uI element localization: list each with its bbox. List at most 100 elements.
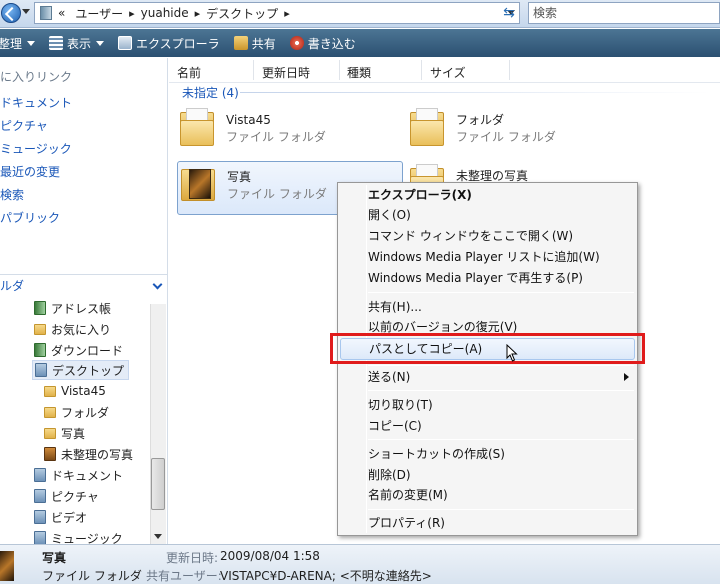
download-folder-icon <box>34 343 46 357</box>
fav-link-recent[interactable]: 最近の変更 <box>0 163 60 180</box>
explorer-button[interactable]: エクスプローラ <box>118 35 220 52</box>
documents-folder-icon <box>34 468 46 482</box>
tree-item-documents[interactable]: ドキュメント <box>34 465 123 485</box>
favorites-icon <box>34 323 46 335</box>
menu-item-rename[interactable]: 名前の変更(M) <box>368 485 448 505</box>
tree-scrollbar-thumb[interactable] <box>151 458 165 510</box>
photo-folder-icon <box>181 165 215 203</box>
folders-header[interactable]: ルダ <box>0 274 167 296</box>
file-name: Vista45 <box>226 113 271 127</box>
menu-item-delete[interactable]: 削除(D) <box>368 465 411 485</box>
tree-item-videos[interactable]: ビデオ <box>34 507 87 527</box>
tree-item-photos[interactable]: 写真 <box>44 423 85 443</box>
views-icon <box>49 36 64 50</box>
organize-button[interactable]: 整理 <box>0 35 36 52</box>
file-item-folder[interactable]: フォルダ ファイル フォルダ <box>410 108 630 158</box>
folders-title: ルダ <box>0 279 25 293</box>
fav-link-documents[interactable]: ドキュメント <box>0 94 72 111</box>
menu-separator <box>368 509 634 510</box>
fav-link-public[interactable]: パブリック <box>0 209 60 226</box>
breadcrumb-separator-icon[interactable]: ▸ <box>284 7 290 20</box>
tree-item-label: デスクトップ <box>52 363 125 378</box>
views-label: 表示 <box>67 36 92 51</box>
menu-item-properties[interactable]: プロパティ(R) <box>368 513 445 533</box>
menu-item-share[interactable]: 共有(H)... <box>368 297 422 317</box>
status-modified-value: 2009/08/04 1:58 <box>220 549 320 563</box>
tree-item-label: ダウンロード <box>51 343 124 358</box>
breadcrumb-separator-icon[interactable]: ▸ <box>129 7 135 20</box>
back-icon[interactable] <box>1 3 21 23</box>
breadcrumb-separator-icon[interactable]: ▸ <box>195 7 201 20</box>
music-folder-icon <box>34 531 46 545</box>
menu-item-create-shortcut[interactable]: ショートカットの作成(S) <box>368 444 505 464</box>
burn-disc-icon <box>289 36 304 50</box>
recent-pages-dropdown-icon[interactable] <box>22 9 30 14</box>
fav-link-search[interactable]: 検索 <box>0 186 24 203</box>
submenu-arrow-icon <box>624 373 629 381</box>
menu-item-wmp-play[interactable]: Windows Media Player で再生する(P) <box>368 268 583 288</box>
column-divider[interactable] <box>339 60 340 80</box>
folder-icon <box>44 406 56 418</box>
column-name[interactable]: 名前 <box>177 64 201 81</box>
file-item-vista45[interactable]: Vista45 ファイル フォルダ <box>180 108 400 158</box>
share-button[interactable]: 共有 <box>233 35 276 52</box>
column-modified[interactable]: 更新日時 <box>262 64 310 81</box>
tree-item-folder[interactable]: フォルダ <box>44 402 109 422</box>
burn-button[interactable]: 書き込む <box>289 35 356 52</box>
menu-item-cmd-here[interactable]: コマンド ウィンドウをここで開く(W) <box>368 226 573 246</box>
details-pane: 写真 ファイル フォルダ 更新日時: 2009/08/04 1:58 共有ユーザ… <box>0 544 720 584</box>
file-type: ファイル フォルダ <box>226 130 326 144</box>
breadcrumb-desktop[interactable]: デスクトップ <box>206 5 278 22</box>
column-type[interactable]: 種類 <box>347 64 371 81</box>
tree-item-label: ドキュメント <box>51 468 124 483</box>
breadcrumb-users[interactable]: ユーザー <box>75 5 123 22</box>
address-bar[interactable]: « ユーザー ▸ yuahide ▸ デスクトップ ▸ <box>34 2 520 24</box>
column-divider[interactable] <box>421 60 422 80</box>
chevron-down-icon[interactable] <box>152 279 163 290</box>
tree-scrollbar[interactable] <box>150 304 166 548</box>
chevron-down-icon <box>96 40 105 46</box>
share-icon <box>233 36 248 50</box>
tree-item-vista45[interactable]: Vista45 <box>44 381 106 401</box>
highlight-annotation-box <box>330 333 645 364</box>
tree-item-address-book[interactable]: アドレス帳 <box>34 298 111 318</box>
fav-link-music[interactable]: ミュージック <box>0 140 72 157</box>
column-divider[interactable] <box>509 60 510 80</box>
search-input[interactable]: 検索 <box>528 2 720 24</box>
menu-item-send-to[interactable]: 送る(N) <box>368 367 410 387</box>
pictures-folder-icon <box>34 489 46 503</box>
menu-item-copy[interactable]: コピー(C) <box>368 416 422 436</box>
scroll-down-icon[interactable] <box>154 534 162 539</box>
address-book-icon <box>34 301 46 315</box>
group-header[interactable]: 未指定 (4) <box>182 84 239 101</box>
tree-item-unsorted-photos[interactable]: 未整理の写真 <box>44 444 133 464</box>
tree-item-downloads[interactable]: ダウンロード <box>34 340 123 360</box>
menu-item-wmp-add[interactable]: Windows Media Player リストに追加(W) <box>368 247 600 267</box>
breadcrumb-overflow[interactable]: « <box>58 6 65 20</box>
group-divider <box>240 92 710 93</box>
status-item-type: ファイル フォルダ <box>42 569 142 583</box>
column-size[interactable]: サイズ <box>430 64 466 81</box>
refresh-icon[interactable]: ⇆ <box>500 5 518 21</box>
tree-item-desktop[interactable]: デスクトップ <box>32 360 130 380</box>
menu-item-cut[interactable]: 切り取り(T) <box>368 395 433 415</box>
tree-item-pictures[interactable]: ピクチャ <box>34 486 99 506</box>
menu-separator <box>368 292 634 293</box>
chevron-down-icon <box>27 40 36 46</box>
file-type: ファイル フォルダ <box>227 187 327 201</box>
mouse-cursor-icon <box>506 344 518 362</box>
views-button[interactable]: 表示 <box>49 35 105 52</box>
menu-item-open[interactable]: 開く(O) <box>368 205 411 225</box>
fav-link-pictures[interactable]: ピクチャ <box>0 117 48 134</box>
menu-item-explorer[interactable]: エクスプローラ(X) <box>368 185 472 205</box>
column-divider[interactable] <box>253 60 254 80</box>
explorer-label: エクスプローラ <box>136 36 220 51</box>
tree-item-label: お気に入り <box>51 322 112 337</box>
organize-label: 整理 <box>0 36 23 51</box>
tree-item-label: 写真 <box>61 426 86 441</box>
tree-item-favorites[interactable]: お気に入り <box>34 319 111 339</box>
explorer-window-icon <box>118 36 133 50</box>
status-item-name: 写真 <box>42 551 67 565</box>
command-bar: 整理 表示 エクスプローラ 共有 書き込む <box>0 29 720 57</box>
breadcrumb-user[interactable]: yuahide <box>141 6 189 20</box>
